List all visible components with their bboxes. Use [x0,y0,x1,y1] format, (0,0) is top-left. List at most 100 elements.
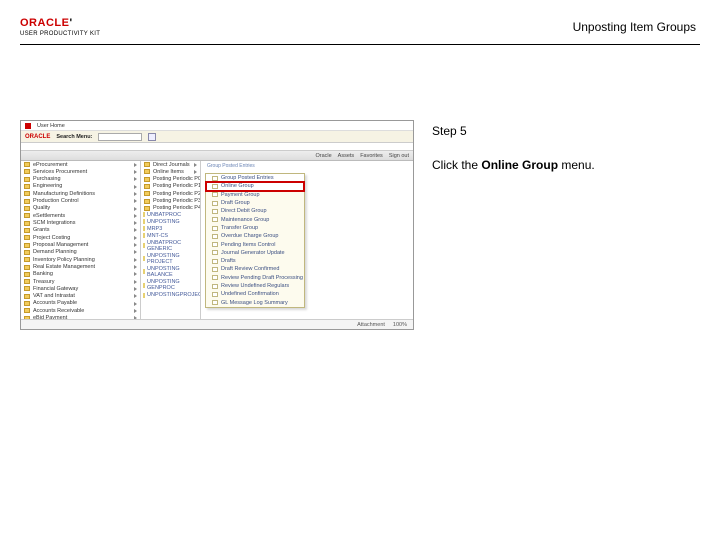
sidebar-item[interactable]: Inventory Policy Planning [21,256,140,263]
sidebar-item[interactable]: Project Costing [21,234,140,241]
folder-icon [24,243,30,248]
sidebar-item[interactable]: VAT and Intrastat [21,293,140,300]
toolbar-link[interactable]: Assets [338,153,355,159]
spacer-bar [21,143,413,151]
mid-subitem[interactable]: UNPOSTINGPROJECTS [141,292,200,299]
sidebar-item[interactable]: Financial Gateway [21,285,140,292]
page-icon [212,284,218,289]
mid-subitem[interactable]: UNBATPROC [141,211,200,218]
mid-subitem[interactable]: UNPOSTING GENPROC [141,278,200,291]
sidebar-item-label: Inventory Policy Planning [33,257,95,263]
menu-item[interactable]: Direct Debit Group [206,207,304,215]
chevron-right-icon [134,163,137,167]
menu-item[interactable]: Maintenance Group [206,216,304,224]
page-icon [212,275,218,280]
sidebar-item-label: SCM Integrations [33,220,76,226]
mid-subitem[interactable]: UNPOSTING PROJECT [141,252,200,265]
menu-item[interactable]: Overdue Charge Group [206,232,304,240]
sidebar-item-label: Manufacturing Definitions [33,191,95,197]
chevron-right-icon [194,163,197,167]
mid-subitem[interactable]: UNBATPROC GENERIC [141,239,200,252]
page-icon [212,192,218,197]
search-go-button[interactable] [148,133,156,141]
chevron-right-icon [134,272,137,276]
menu-item[interactable]: Pending Items Control [206,241,304,249]
mid-item[interactable]: Direct Journals [141,161,200,168]
folder-icon [24,250,30,255]
sidebar-item[interactable]: Accounts Payable [21,300,140,307]
mid-item-label: Direct Journals [153,162,190,168]
sidebar-item[interactable]: Banking [21,271,140,278]
sidebar-item[interactable]: Manufacturing Definitions [21,190,140,197]
sidebar-item-label: Services Procurement [33,169,87,175]
sidebar-item[interactable]: Quality [21,205,140,212]
sidebar-item[interactable]: Purchasing [21,176,140,183]
product-logo: ORACLE' USER PRODUCTIVITY KIT [20,17,100,37]
sidebar-item[interactable]: eSettlements [21,212,140,219]
mid-subitem[interactable]: MNT-CS [141,232,200,239]
folder-icon [144,177,150,182]
folder-icon [24,294,30,299]
folder-icon [24,228,30,233]
menu-item[interactable]: Transfer Group [206,224,304,232]
sidebar-item[interactable]: eBid Payment [21,315,140,319]
toolbar-link[interactable]: Oracle [315,153,331,159]
chevron-right-icon [134,309,137,313]
sidebar-item[interactable]: Production Control [21,198,140,205]
menu-item[interactable]: Drafts [206,257,304,265]
menu-item-label: Draft Group [221,200,250,206]
sidebar-item[interactable]: Treasury [21,278,140,285]
browser-chrome: User Home [21,121,413,131]
menu-item-label: Group Posted Entries [221,175,274,181]
sidebar-item-label: Real Estate Management [33,264,95,270]
menu-item[interactable]: Payment Group [206,191,304,199]
sidebar-item-label: eProcurement [33,162,68,168]
search-input[interactable] [98,133,142,141]
menu-item-online-group[interactable]: Online Group [206,182,304,190]
mid-subitem[interactable]: UNPOSTING BALANCE [141,265,200,278]
sidebar-item[interactable]: Services Procurement [21,168,140,175]
sidebar-item[interactable]: eProcurement [21,161,140,168]
signout-link[interactable]: Sign out [389,153,409,159]
menu-item[interactable]: Group Posted Entries [206,174,304,182]
chevron-right-icon [134,170,137,174]
sidebar-item[interactable]: Engineering [21,183,140,190]
menu-item[interactable]: Review Undefined Regulars [206,282,304,290]
sidebar-item[interactable]: Demand Planning [21,249,140,256]
chevron-right-icon [134,228,137,232]
chevron-right-icon [134,192,137,196]
folder-icon [144,199,150,204]
toolbar-link[interactable]: Favorites [360,153,383,159]
menu-item[interactable]: Draft Group [206,199,304,207]
folder-icon [24,301,30,306]
mid-subitem[interactable]: MRP3 [141,225,200,232]
folder-icon [24,265,30,270]
page-icon [212,250,218,255]
menu-item-label: GL Message Log Summary [221,300,288,306]
bar-icon [143,219,145,224]
mid-subitem[interactable]: UNPOSTING [141,218,200,225]
sidebar-item-label: Financial Gateway [33,286,78,292]
step-text: Click the Online Group menu. [432,156,700,174]
status-bar: Attachment 100% [21,319,413,329]
menu-item-label: Overdue Charge Group [221,233,278,239]
sidebar-item[interactable]: Grants [21,227,140,234]
chevron-right-icon [134,177,137,181]
menu-item[interactable]: Review Pending Draft Processing [206,274,304,282]
sidebar-item[interactable]: Proposal Management [21,241,140,248]
mid-item[interactable]: Online Items [141,168,200,175]
chevron-right-icon [134,243,137,247]
sidebar-item[interactable]: Real Estate Management [21,263,140,270]
app-screenshot: User Home ORACLE Search Menu: Oracle Ass… [20,120,414,330]
page-icon [212,176,218,181]
menu-item[interactable]: Undefined Confirmation [206,290,304,298]
menu-item[interactable]: Draft Review Confirmed [206,265,304,273]
menu-item-label: Draft Review Confirmed [221,266,279,272]
menu-item[interactable]: GL Message Log Summary [206,299,304,307]
sidebar-item-label: Quality [33,205,50,211]
sidebar-item[interactable]: Accounts Receivable [21,307,140,314]
sidebar-item[interactable]: SCM Integrations [21,220,140,227]
sidebar-item-label: VAT and Intrastat [33,293,75,299]
menu-item[interactable]: Journal Generator Update [206,249,304,257]
chevron-right-icon [134,207,137,211]
